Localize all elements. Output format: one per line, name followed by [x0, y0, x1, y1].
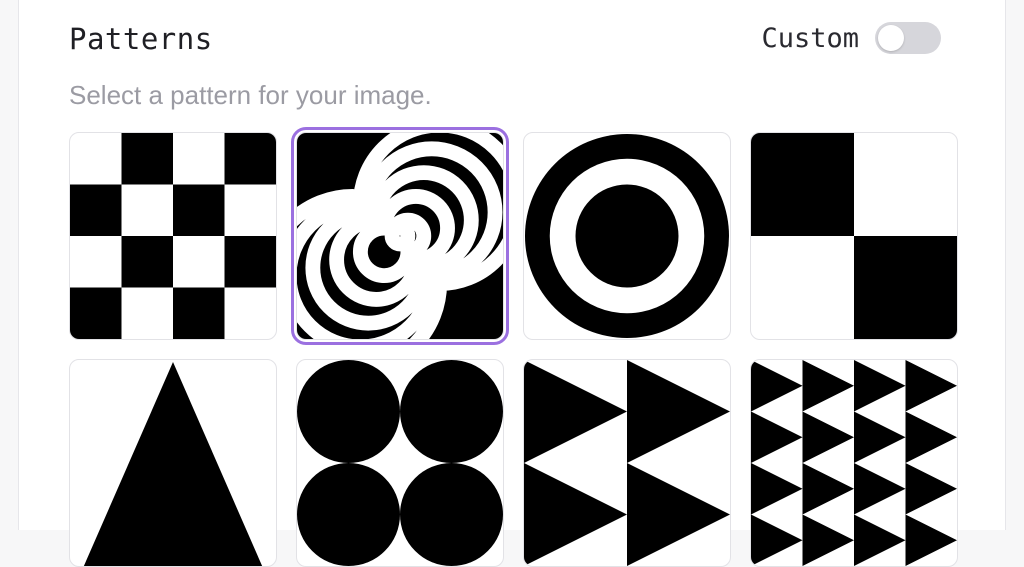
pattern-tile-circles[interactable] — [296, 359, 504, 567]
custom-label: Custom — [761, 22, 859, 54]
pattern-tile-quadrants[interactable] — [750, 132, 958, 340]
patterns-panel: Patterns Custom Select a pattern for you… — [18, 0, 1006, 567]
large-triangles-pattern — [524, 360, 730, 566]
toggle-knob — [878, 25, 904, 51]
pattern-tile-small-triangles[interactable] — [750, 359, 958, 567]
circles-pattern — [297, 360, 503, 566]
section-subtitle: Select a pattern for your image. — [69, 80, 432, 110]
section-title: Patterns — [69, 22, 213, 56]
pattern-tile-triangle[interactable] — [69, 359, 277, 567]
checkerboard-pattern — [70, 133, 276, 339]
bullseye-pattern — [524, 133, 730, 339]
pattern-tile-large-triangles[interactable] — [523, 359, 731, 567]
pattern-tile-bullseye[interactable] — [523, 132, 731, 340]
pattern-grid — [69, 127, 958, 567]
custom-toggle[interactable] — [875, 22, 941, 54]
spiral-pattern — [297, 133, 503, 339]
pattern-tile-checkerboard[interactable] — [69, 132, 277, 340]
triangle-pattern — [83, 361, 263, 566]
pattern-tile-spiral[interactable] — [291, 127, 509, 345]
quadrants-pattern — [751, 133, 957, 339]
custom-control: Custom — [761, 22, 941, 54]
small-triangles-pattern — [751, 360, 957, 566]
